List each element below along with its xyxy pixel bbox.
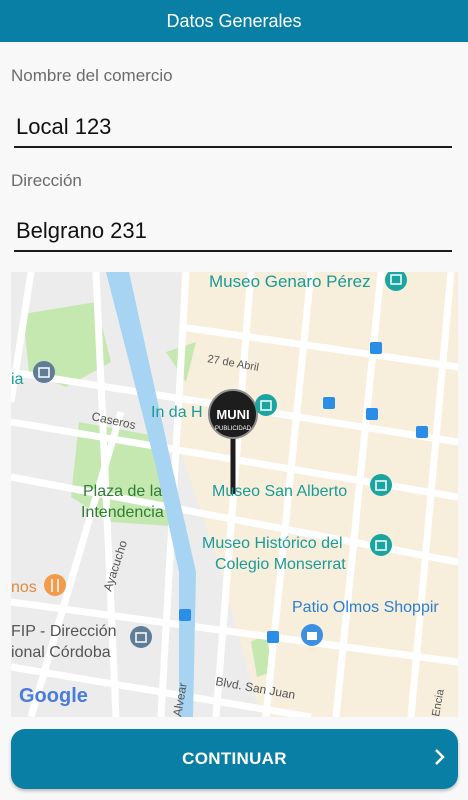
label-museo-san-alberto: Museo San Alberto: [212, 483, 347, 500]
continue-button[interactable]: CONTINUAR: [11, 729, 458, 789]
address-field-container: [14, 212, 452, 252]
address-label: Dirección: [11, 171, 82, 190]
museum-icon[interactable]: [33, 361, 55, 383]
label-ia: ia: [11, 371, 24, 388]
museum-icon[interactable]: [255, 394, 277, 416]
label-plaza-1: Plaza de la: [83, 483, 162, 500]
shopping-icon[interactable]: [301, 624, 323, 646]
label-patio-olmos: Patio Olmos Shoppir: [292, 599, 439, 616]
name-field-container: [14, 108, 452, 148]
pin-text-top: MUNI: [216, 407, 249, 422]
museum-icon[interactable]: [370, 474, 392, 496]
label-museo-historico-2: Colegio Monserrat: [215, 556, 346, 573]
map-view[interactable]: MUNI PUBLICIDAD Museo Genaro Pérez 27 de…: [11, 272, 458, 717]
page-title: Datos Generales: [166, 10, 302, 31]
label-in-da-h: In da H: [151, 404, 203, 421]
restaurant-icon[interactable]: [44, 574, 66, 596]
name-input[interactable]: [14, 114, 452, 140]
label-fip-2: ional Córdoba: [11, 644, 111, 661]
label-plaza-2: Intendencia: [81, 504, 164, 521]
pin-text-bottom: PUBLICIDAD: [215, 426, 252, 432]
label-fip-1: FIP - Dirección: [11, 623, 117, 640]
label-nos: nos: [11, 579, 37, 596]
map-canvas[interactable]: MUNI PUBLICIDAD Museo Genaro Pérez 27 de…: [11, 272, 458, 717]
museum-icon[interactable]: [130, 626, 152, 648]
google-logo: Google: [19, 685, 88, 707]
chevron-right-icon: [434, 747, 446, 772]
label-museo-historico-1: Museo Histórico del: [202, 535, 343, 552]
museum-icon[interactable]: [370, 534, 392, 556]
address-input[interactable]: [14, 218, 452, 244]
continue-label: CONTINUAR: [182, 749, 287, 768]
header-bar: Datos Generales: [0, 0, 468, 42]
label-museo-genaro: Museo Genaro Pérez: [209, 272, 371, 291]
name-label: Nombre del comercio: [11, 66, 173, 85]
